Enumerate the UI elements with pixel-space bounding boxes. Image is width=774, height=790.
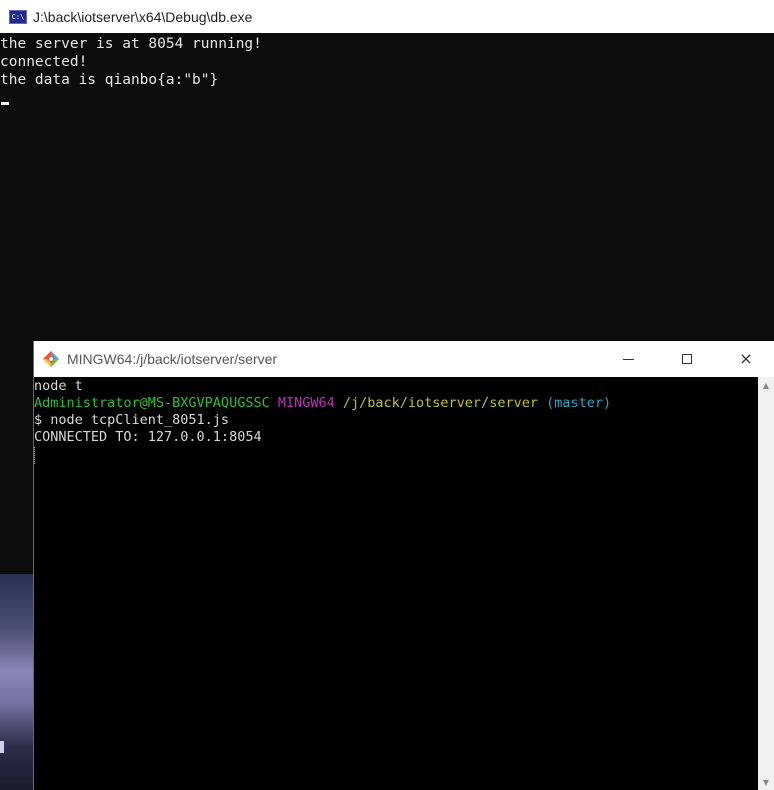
scroll-up-icon[interactable]: ▲ (758, 377, 774, 393)
cmd-window-title: J:\back\iotserver\x64\Debug\db.exe (33, 8, 253, 25)
close-button[interactable]: × (717, 341, 774, 377)
prompt-path: /j/back/iotserver/server (342, 395, 538, 411)
cmd-titlebar[interactable]: C:\ J:\back\iotserver\x64\Debug\db.exe (0, 0, 774, 33)
mingw-window: MINGW64:/j/back/iotserver/server × node … (33, 341, 774, 790)
prompt-env: MINGW64 (277, 395, 335, 411)
maximize-button[interactable] (658, 341, 716, 377)
terminal-line: node t (34, 378, 83, 394)
command-line: $ node tcpClient_8051.js (34, 412, 230, 428)
terminal-area[interactable]: node t Administrator@MS-BXGVPAQUGSSC MIN… (34, 377, 758, 790)
mingw-window-title: MINGW64:/j/back/iotserver/server (67, 351, 278, 367)
prompt-branch: (master) (546, 395, 612, 411)
minimize-button[interactable] (599, 341, 657, 377)
cmd-output-line: the server is at 8054 running! (0, 36, 262, 52)
terminal-output: CONNECTED TO: 127.0.0.1:8054 (34, 429, 262, 445)
maximize-icon (682, 354, 692, 364)
cmd-icon: C:\ (9, 9, 27, 24)
prompt-user-host: Administrator@MS-BXGVPAQUGSSC (34, 395, 270, 411)
git-bash-icon (42, 350, 60, 368)
close-icon: × (739, 349, 753, 368)
terminal-cursor (34, 447, 36, 464)
scroll-down-icon[interactable]: ▼ (758, 774, 774, 790)
cmd-output-line: the data is qianbo{a:"b"} (0, 72, 219, 88)
vertical-scrollbar[interactable]: ▲ ▼ (758, 377, 774, 790)
cmd-output-line: connected! (0, 54, 88, 70)
cmd-cursor (1, 102, 9, 105)
minimize-icon (622, 358, 634, 360)
mingw-titlebar[interactable]: MINGW64:/j/back/iotserver/server × (34, 341, 774, 377)
prompt-line: Administrator@MS-BXGVPAQUGSSC MINGW64 /j… (34, 395, 611, 412)
desktop-wallpaper (0, 574, 34, 790)
desktop-fragment (0, 741, 4, 753)
